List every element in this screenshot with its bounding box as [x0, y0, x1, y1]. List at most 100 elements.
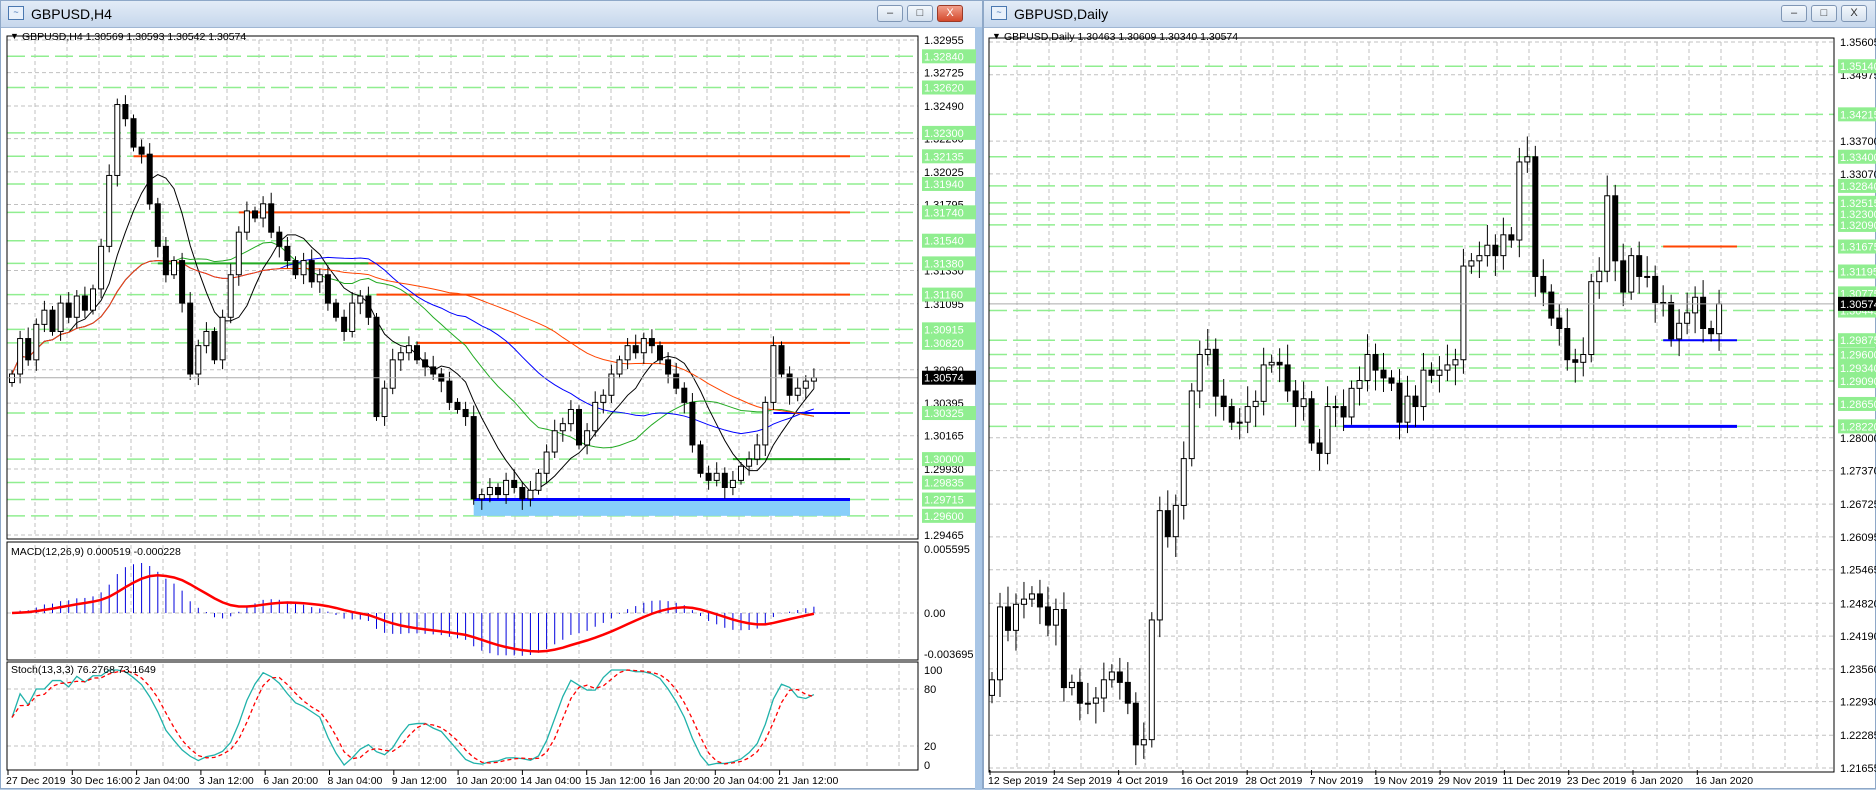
candle — [1420, 369, 1427, 408]
candle — [495, 486, 501, 496]
candle — [1260, 364, 1267, 402]
candle — [527, 489, 534, 500]
candle — [543, 451, 550, 474]
candle — [1044, 606, 1051, 626]
time-axis-label: 7 Nov 2019 — [1310, 775, 1364, 787]
candle — [738, 465, 744, 481]
time-axis-label: 14 Jan 04:00 — [520, 775, 581, 787]
candle — [268, 203, 275, 233]
candle — [1244, 406, 1251, 423]
candle — [284, 245, 291, 262]
candle — [146, 153, 153, 205]
price-axis-label: 1.29465 — [924, 530, 964, 542]
candle — [567, 408, 574, 425]
candle — [1332, 406, 1339, 409]
candle — [559, 423, 566, 432]
candle — [1028, 593, 1035, 600]
macd-frame — [6, 541, 919, 661]
candle — [1148, 619, 1155, 741]
candle — [681, 387, 688, 403]
candle — [106, 174, 113, 247]
dropdown-triangle-icon[interactable]: ▼ — [992, 31, 1001, 41]
candle — [1164, 510, 1171, 538]
level-label: 1.31540 — [924, 236, 964, 248]
time-axis-label: 21 Jan 12:00 — [778, 775, 839, 787]
price-axis-label: 1.33700 — [1840, 136, 1876, 148]
candle — [25, 338, 32, 361]
candle — [365, 295, 372, 318]
candle — [665, 359, 672, 375]
candle — [1132, 702, 1139, 746]
candle — [1316, 442, 1323, 454]
price-axis-label: 1.21655 — [1840, 763, 1876, 775]
candle — [762, 401, 769, 446]
candle — [195, 345, 202, 375]
stoch-label: Stoch(13,3,3) 76.2768 73.1649 — [11, 664, 156, 676]
candle — [1292, 390, 1299, 408]
macd-axis-label: 0.005595 — [924, 544, 970, 556]
candle — [1388, 377, 1395, 384]
candle — [1668, 301, 1675, 340]
candle — [381, 387, 388, 418]
candle — [1588, 281, 1595, 356]
time-axis-label: 24 Sep 2019 — [1052, 775, 1112, 787]
candle — [1636, 255, 1643, 277]
candle — [114, 104, 121, 176]
stoch-axis-label: 20 — [924, 741, 936, 753]
candle — [1172, 504, 1179, 538]
macd-label: MACD(12,26,9) 0.000519 -0.000228 — [11, 546, 181, 558]
candle — [1012, 603, 1019, 631]
candle — [1140, 739, 1147, 746]
candle — [778, 345, 785, 375]
charts-canvas[interactable]: 1.329551.327251.324901.322601.320251.317… — [0, 0, 1876, 789]
time-axis-label: 16 Jan 2020 — [1695, 775, 1753, 787]
candle — [1276, 361, 1283, 366]
candle — [1684, 312, 1691, 324]
level-label: 1.34215 — [1840, 109, 1876, 121]
level-label: 1.30915 — [924, 324, 964, 336]
candle — [1492, 244, 1499, 257]
candle — [227, 274, 234, 318]
candle — [1676, 322, 1683, 340]
time-axis-label: 16 Jan 20:00 — [649, 775, 710, 787]
candle — [324, 274, 331, 304]
candle — [1660, 301, 1667, 304]
dropdown-triangle-icon[interactable]: ▼ — [10, 31, 19, 41]
candle — [341, 316, 348, 332]
time-axis-label: 6 Jan 2020 — [1631, 775, 1683, 787]
level-label: 1.32300 — [924, 128, 964, 140]
candle — [446, 380, 453, 403]
level-label: 1.30820 — [924, 338, 964, 350]
level-label: 1.32135 — [924, 151, 964, 163]
candle — [697, 444, 704, 474]
candle — [705, 472, 712, 481]
price-axis-label: 1.23560 — [1840, 664, 1876, 676]
candle — [576, 408, 582, 446]
candle — [640, 338, 647, 354]
candle — [130, 118, 137, 148]
candle — [551, 430, 558, 453]
time-axis-label: 15 Jan 12:00 — [585, 775, 646, 787]
candle — [81, 295, 88, 311]
time-axis-label: 27 Dec 2019 — [6, 775, 66, 787]
candle — [810, 377, 817, 382]
level-label: 1.33400 — [1840, 152, 1876, 164]
level-label: 1.31740 — [924, 207, 964, 219]
candle — [1476, 255, 1483, 262]
candle — [673, 373, 680, 389]
candle — [1036, 593, 1043, 608]
candle — [624, 345, 631, 361]
candle — [1644, 275, 1651, 278]
candle — [729, 479, 736, 488]
stoch-signal-line — [11, 669, 815, 765]
time-axis-label: 12 Sep 2019 — [988, 775, 1048, 787]
candle — [73, 295, 80, 318]
level-label: 1.29090 — [1840, 376, 1876, 388]
candle — [1460, 265, 1467, 361]
level-label: 1.31160 — [924, 290, 963, 302]
candle — [478, 494, 485, 500]
candle — [9, 373, 15, 384]
time-axis-label: 2 Jan 04:00 — [135, 775, 190, 787]
candle — [1084, 702, 1091, 705]
level-label: 1.29600 — [1840, 350, 1876, 362]
